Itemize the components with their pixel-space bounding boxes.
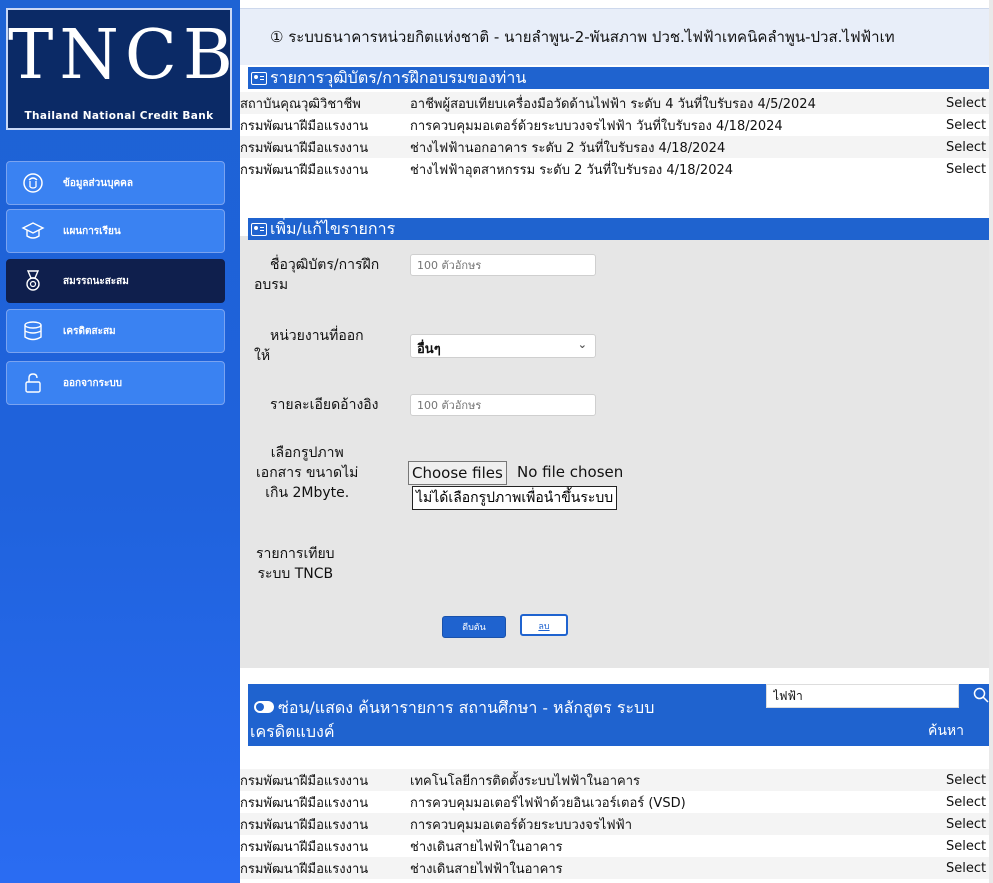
issuer-select-value: อื่นๆ [417,342,441,357]
result-org: กรมพัฒนาฝีมือแรงงาน [240,773,369,789]
no-image-note: ไม่ได้เลือกรูปภาพเพื่อนำขึ้นระบบ [412,486,618,510]
reference-input[interactable] [410,394,596,416]
image-label-line1: เลือกรูปภาพ [270,445,344,461]
header-bar: ① ระบบธนาคารหน่วยกิตแห่งชาติ - นายลำพูน-… [240,8,993,65]
result-detail: ช่างเดินสายไฟฟ้าในอาคาร [410,861,563,877]
compare-label-line2: ระบบ TNCB [257,566,334,582]
select-link[interactable]: Select [946,158,992,180]
cert-org: สถาบันคุณวุฒิวิชาชีพ [240,96,361,112]
image-label-line2: เอกสาร ขนาดไม่ [256,465,359,481]
cert-detail: ช่างไฟฟ้าอุตสาหกรรม ระดับ 2 วันที่ใบรับร… [410,162,734,178]
select-link[interactable]: Select [946,92,992,114]
table-row: กรมพัฒนาฝีมือแรงงาน ช่างเดินสายไฟฟ้าในอา… [240,857,993,879]
cert-name-label: ชื่อวุฒิบัตร/การฝึก อบรม [254,255,380,295]
select-link[interactable]: Select [946,857,992,879]
compare-label: รายการเทียบ ระบบ TNCB [256,544,335,584]
page-title: ① ระบบธนาคารหน่วยกิตแห่งชาติ - นายลำพูน-… [270,28,895,46]
sidebar: TNCB Thailand National Credit Bank ข้อมู… [0,0,240,883]
unlock-icon [21,371,45,395]
result-org: กรมพัฒนาฝีมือแรงงาน [240,839,369,855]
result-detail: การควบคุมมอเตอร์ไฟฟ้าด้วยอินเวอร์เตอร์ (… [410,795,686,811]
cert-org: กรมพัฒนาฝีมือแรงงาน [240,140,369,156]
select-link[interactable]: Select [946,769,992,791]
table-row: กรมพัฒนาฝีมือแรงงาน ช่างเดินสายไฟฟ้าในอา… [240,835,993,857]
issuer-select[interactable]: อื่นๆ ⌄ [410,334,596,358]
reference-label: รายละเอียดอ้างอิง [270,397,379,413]
submit-button[interactable]: ดีบตัน [442,616,506,638]
certs-table: สถาบันคุณวุฒิวิชาชีพ อาชีพผู้สอบเทียบเคร… [240,92,993,180]
search-button[interactable]: ค้นหา [928,720,964,742]
issuer-label-line2: ให้ [254,348,271,364]
cert-detail: ช่างไฟฟ้านอกอาคาร ระดับ 2 วันที่ใบรับรอง… [410,140,726,156]
sidebar-item-label: แผนการเรียน [63,225,121,237]
result-detail: การควบคุมมอเตอร์ด้วยระบบวงจรไฟฟ้า [410,817,633,833]
issuer-label-line1: หน่วยงานที่ออก [270,328,364,344]
result-detail: เทคโนโลยีการติดตั้งระบบไฟฟ้าในอาคาร [410,773,641,789]
file-status-text: No file chosen [517,463,624,481]
image-label: เลือกรูปภาพ เอกสาร ขนาดไม่ เกิน 2Mbyte. [256,443,358,503]
sidebar-item-label: เครดิตสะสม [63,325,116,337]
search-input[interactable] [766,684,959,708]
sidebar-item-label: ออกจากระบบ [63,377,123,389]
cert-name-label-line1: ชื่อวุฒิบัตร/การฝึก [270,257,380,273]
cert-name-input[interactable] [410,254,596,276]
cert-org: กรมพัฒนาฝีมือแรงงาน [240,162,369,178]
form-section-title: เพิ่ม/แก้ไขรายการ [270,219,396,238]
table-row: กรมพัฒนาฝีมือแรงงาน การควบคุมมอเตอร์ด้วย… [240,114,993,136]
sidebar-item-competency[interactable]: สมรรถนะสะสม [6,259,225,303]
select-link[interactable]: Select [946,114,992,136]
image-label-line3: เกิน 2Mbyte. [265,485,350,501]
result-detail: ช่างเดินสายไฟฟ้าในอาคาร [410,839,563,855]
table-row: กรมพัฒนาฝีมือแรงงาน ช่างไฟฟ้านอกอาคาร ระ… [240,136,993,158]
profile-icon [21,171,45,195]
cert-name-label-line2: อบรม [254,277,289,293]
search-results-table: กรมพัฒนาฝีมือแรงงาน เทคโนโลยีการติดตั้งร… [240,769,993,879]
cert-detail: การควบคุมมอเตอร์ด้วยระบบวงจรไฟฟ้า วันที่… [410,118,783,134]
table-row: กรมพัฒนาฝีมือแรงงาน การควบคุมมอเตอร์ด้วย… [240,813,993,835]
issuer-label: หน่วยงานที่ออก ให้ [254,326,364,366]
search-icon[interactable] [972,686,990,704]
search-title-text: ซ่อน/แสดง ค้นหารายการ สถานศึกษา - หลักสู… [278,698,655,717]
graduation-cap-icon [21,219,45,243]
logo-title: TNCB [8,16,239,95]
table-row: กรมพัฒนาฝีมือแรงงาน การควบคุมมอเตอร์ไฟฟ้… [240,791,993,813]
form-section-header: เพิ่ม/แก้ไขรายการ [248,218,993,240]
chevron-down-icon: ⌄ [577,338,587,351]
select-link[interactable]: Select [946,835,992,857]
select-link[interactable]: Select [946,813,992,835]
delete-button[interactable]: ลบ [520,614,568,636]
sidebar-item-label: สมรรถนะสะสม [63,275,129,287]
result-org: กรมพัฒนาฝีมือแรงงาน [240,795,369,811]
cert-org: กรมพัฒนาฝีมือแรงงาน [240,118,369,134]
sidebar-item-label: ข้อมูลส่วนบุคคล [63,177,133,189]
select-link[interactable]: Select [946,791,992,813]
search-title-line1[interactable]: ซ่อน/แสดง ค้นหารายการ สถานศึกษา - หลักสู… [254,696,654,721]
result-org: กรมพัฒนาฝีมือแรงงาน [240,817,369,833]
table-row: สถาบันคุณวุฒิวิชาชีพ อาชีพผู้สอบเทียบเคร… [240,92,993,114]
cert-detail: อาชีพผู้สอบเทียบเครื่องมือวัดด้านไฟฟ้า ร… [410,96,816,112]
choose-files-button[interactable]: Choose files [408,461,507,485]
database-icon [21,319,45,343]
table-row: กรมพัฒนาฝีมือแรงงาน ช่างไฟฟ้าอุตสาหกรรม … [240,158,993,180]
scrollbar[interactable] [989,0,993,883]
id-card-icon [251,72,267,85]
sidebar-item-logout[interactable]: ออกจากระบบ [6,361,225,405]
logo: TNCB Thailand National Credit Bank [6,8,239,130]
certs-section-title: รายการวุฒิบัตร/การฝึกอบรมของท่าน [270,68,527,87]
search-title-line2: เครดิตแบงค์ [250,722,335,741]
medal-icon [21,269,45,293]
select-link[interactable]: Select [946,136,992,158]
sidebar-item-profile[interactable]: ข้อมูลส่วนบุคคล [6,161,225,205]
result-org: กรมพัฒนาฝีมือแรงงาน [240,861,369,877]
logo-subtitle: Thailand National Credit Bank [24,110,214,122]
sidebar-item-credits[interactable]: เครดิตสะสม [6,309,225,353]
table-row: กรมพัฒนาฝีมือแรงงาน เทคโนโลยีการติดตั้งร… [240,769,993,791]
results-spacer [240,746,993,768]
sidebar-item-study-plan[interactable]: แผนการเรียน [6,209,225,253]
compare-label-line1: รายการเทียบ [256,546,335,562]
certs-section-header: รายการวุฒิบัตร/การฝึกอบรมของท่าน [248,67,993,89]
toggle-icon[interactable] [254,701,274,713]
id-card-icon [251,223,267,236]
main-content: ① ระบบธนาคารหน่วยกิตแห่งชาติ - นายลำพูน-… [240,0,993,883]
